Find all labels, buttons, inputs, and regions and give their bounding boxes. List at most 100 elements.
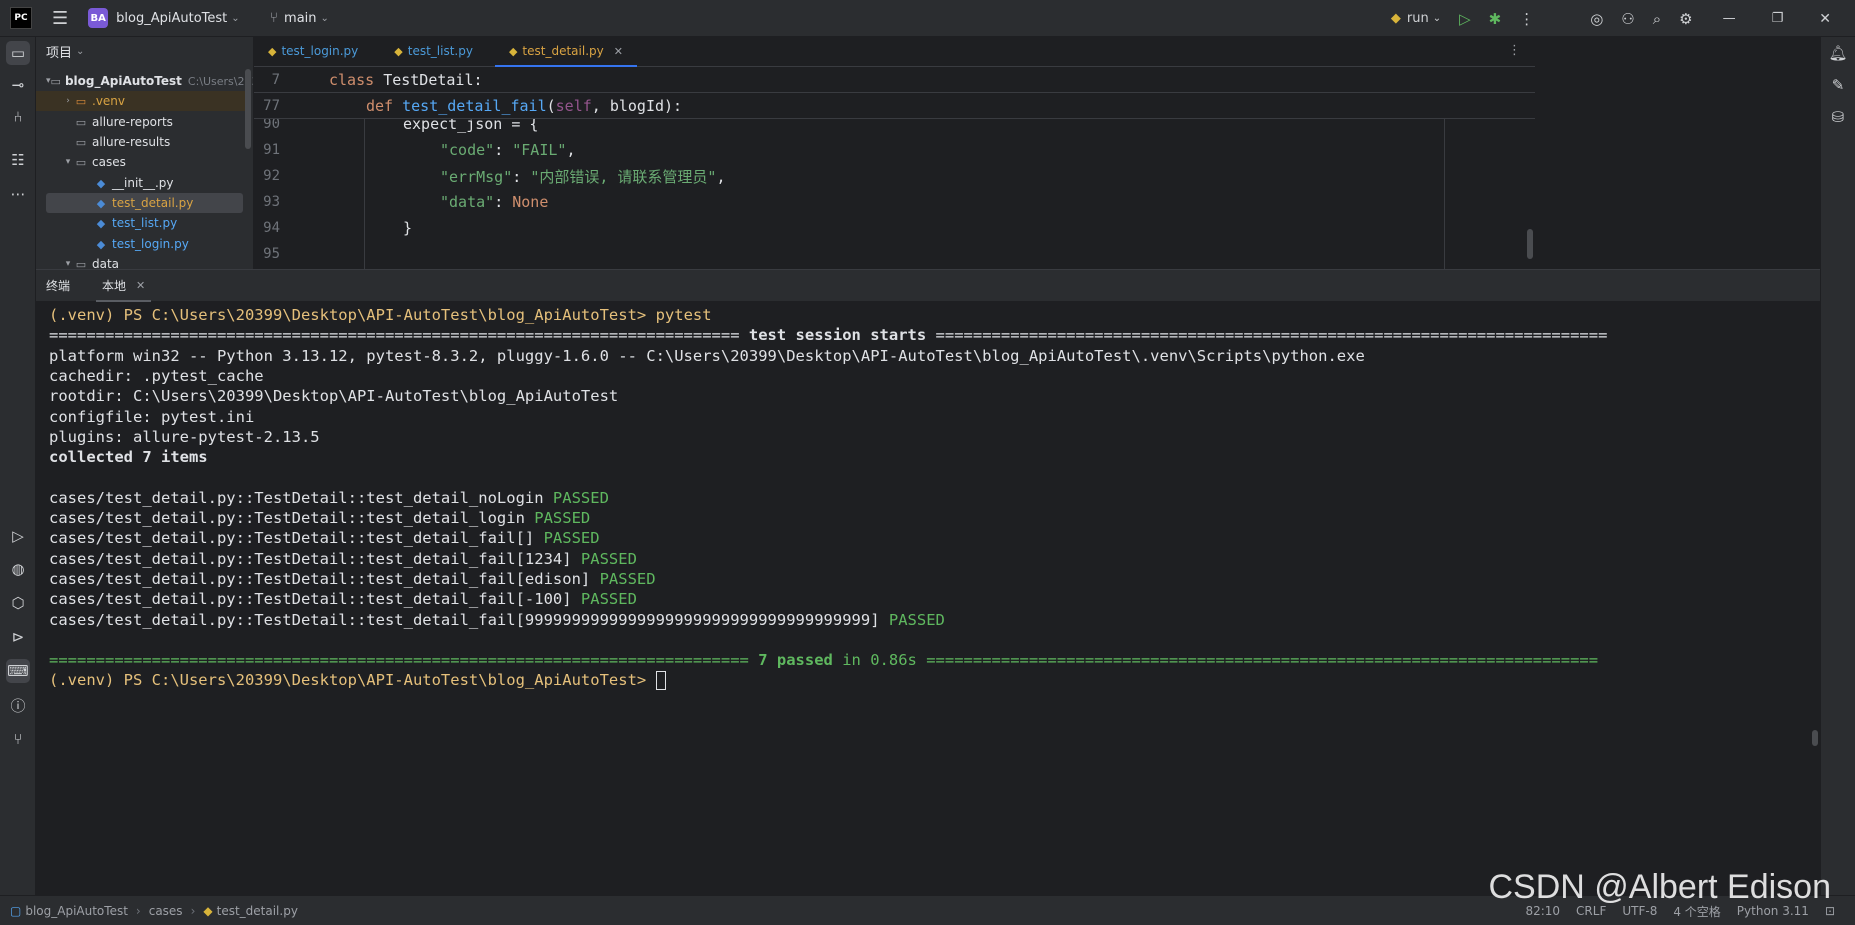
sticky-line-def[interactable]: 77 def test_detail_fail(self, blogId): [254, 93, 1535, 119]
test-id: cases/test_detail.py::TestDetail::test_d… [49, 529, 544, 547]
debug-icon[interactable]: ✱ [1489, 10, 1502, 28]
git-icon[interactable]: ⑂ [6, 727, 30, 751]
python-icon: ◆ [1390, 11, 1401, 26]
tree-item-venv[interactable]: › ▭ .venv [36, 91, 248, 111]
main-menu-icon[interactable]: ☰ [52, 8, 68, 29]
tree-item-label: .venv [92, 94, 126, 108]
code-text: : [473, 70, 483, 89]
terminal-icon[interactable]: ⌨ [6, 659, 30, 683]
problems-icon[interactable]: ⓘ [6, 693, 30, 717]
tree-item-init[interactable]: ◆ __init__.py [36, 173, 248, 193]
chevron-down-icon[interactable]: ▾ [62, 157, 74, 167]
folder-icon: ▭ [75, 115, 87, 129]
run-config-label[interactable]: run [1407, 11, 1429, 26]
tree-item-label: test_detail.py [112, 196, 194, 210]
code-text: , [566, 141, 576, 159]
tree-item-label: allure-results [92, 135, 171, 149]
tab-label: test_list.py [407, 44, 473, 58]
test-id: cases/test_detail.py::TestDetail::test_d… [49, 611, 889, 629]
chevron-down-icon[interactable]: ⌄ [1433, 13, 1441, 24]
pycharm-logo-icon[interactable]: PC [10, 7, 32, 29]
project-panel-header[interactable]: 项目 ⌄ [36, 37, 253, 65]
tab-test-list[interactable]: ◆ test_list.py [380, 36, 487, 66]
more-icon[interactable]: ⋮ [1508, 43, 1521, 58]
chevron-down-icon[interactable]: ⌄ [76, 46, 84, 57]
python-console-icon[interactable]: ◍ [6, 557, 30, 581]
test-result-line: cases/test_detail.py::TestDetail::test_d… [49, 488, 609, 508]
test-id: cases/test_detail.py::TestDetail::test_d… [49, 590, 581, 608]
add-user-icon[interactable]: ⚇ [1621, 10, 1634, 28]
breadcrumb-folder[interactable]: cases [149, 904, 183, 918]
commit-icon[interactable]: ⊸ [6, 73, 30, 97]
tree-item-test-login[interactable]: ◆ test_login.py [36, 234, 248, 254]
search-icon[interactable]: ⌕ [1653, 10, 1661, 28]
line-number: 93 [263, 194, 280, 210]
summary-line: ========================================… [49, 650, 1598, 670]
project-name[interactable]: blog_ApiAutoTest [116, 11, 227, 26]
separator: ========================================… [49, 326, 749, 344]
code-line: 95 [254, 241, 1535, 267]
scrollbar[interactable] [1812, 730, 1818, 746]
branch-name[interactable]: main [284, 11, 316, 26]
code-text: , [716, 167, 726, 186]
separator: ========================================… [926, 326, 1608, 344]
test-result-line: cases/test_detail.py::TestDetail::test_d… [49, 569, 656, 589]
services-icon[interactable]: ⊳ [6, 625, 30, 649]
terminal-line: configfile: pytest.ini [49, 408, 255, 426]
tab-test-detail[interactable]: ◆ test_detail.py ✕ [494, 36, 637, 67]
close-icon[interactable]: ✕ [1819, 11, 1831, 27]
chevron-down-icon[interactable]: ▾ [62, 259, 74, 269]
code-text: : [494, 141, 513, 159]
terminal-line: rootdir: C:\Users\20399\Desktop\API-Auto… [49, 387, 619, 405]
python-packages-icon[interactable]: ⬡ [6, 591, 30, 615]
tree-item-test-list[interactable]: ◆ test_list.py [36, 213, 248, 233]
scrollbar[interactable] [1527, 229, 1533, 259]
tree-root[interactable]: ▾ ▭ blog_ApiAutoTest C:\Users\20399 [36, 71, 253, 91]
function-name: test_detail_fail [402, 96, 547, 115]
code-area[interactable]: 90 expect_json = { 91 "code": "FAIL", 92… [254, 119, 1535, 269]
project-tool-icon[interactable]: ▭ [6, 41, 30, 65]
test-id: cases/test_detail.py::TestDetail::test_d… [49, 570, 600, 588]
scrollbar[interactable] [245, 69, 251, 149]
tree-item-cases[interactable]: ▾ ▭ cases [36, 152, 248, 172]
code-line: 92 "errMsg": "内部错误, 请联系管理员", [254, 163, 1535, 189]
tab-test-login[interactable]: ◆ test_login.py [254, 36, 372, 66]
breadcrumb-file[interactable]: test_detail.py [217, 904, 298, 918]
dict-key: "errMsg" [440, 167, 513, 186]
project-badge[interactable]: BA [88, 8, 109, 28]
tree-item-allure-reports[interactable]: ▭ allure-reports [36, 112, 248, 132]
close-tab-icon[interactable]: ✕ [614, 45, 623, 58]
tab-local[interactable]: 本地 ✕ [92, 270, 155, 302]
run-tool-icon[interactable]: ▷ [6, 524, 30, 548]
more-icon[interactable]: ⋮ [1519, 10, 1534, 28]
chevron-right-icon: › [190, 903, 196, 918]
maximize-icon[interactable]: ❐ [1772, 11, 1784, 26]
tree-item-data[interactable]: ▾ ▭ data [36, 254, 248, 269]
terminal-line: plugins: allure-pytest-2.13.5 [49, 428, 320, 446]
chevron-down-icon[interactable]: ⌄ [231, 13, 239, 24]
run-icon[interactable]: ▷ [1459, 10, 1471, 28]
structure-icon[interactable]: ☷ [6, 148, 30, 172]
gear-icon[interactable]: ⚙ [1679, 10, 1692, 28]
tree-item-label: test_login.py [112, 237, 189, 251]
test-status: PASSED [580, 550, 637, 568]
minimize-icon[interactable]: — [1723, 11, 1736, 26]
tree-item-test-detail[interactable]: ◆ test_detail.py [46, 193, 243, 213]
ai-chat-icon[interactable]: ✎ [1826, 73, 1850, 97]
python-file-icon: ◆ [96, 216, 106, 230]
chevron-right-icon[interactable]: › [62, 96, 74, 106]
editor-tabs: ◆ test_login.py ◆ test_list.py ◆ test_de… [254, 37, 1535, 67]
sticky-line-class[interactable]: 7 class TestDetail: [254, 67, 1535, 93]
test-result-line: cases/test_detail.py::TestDetail::test_d… [49, 528, 600, 548]
notifications-icon[interactable]: 🔔︎ [1826, 41, 1850, 65]
database-icon[interactable]: ⛁ [1826, 105, 1850, 129]
pull-requests-icon[interactable]: ⑃ [6, 105, 30, 129]
right-margin-guide [1444, 119, 1445, 269]
project-panel-title: 项目 [46, 45, 73, 61]
more-tools-icon[interactable]: ⋯ [6, 182, 30, 206]
ai-assistant-icon[interactable]: ◎ [1590, 10, 1603, 28]
chevron-down-icon[interactable]: ⌄ [321, 13, 329, 24]
tree-item-allure-results[interactable]: ▭ allure-results [36, 132, 248, 152]
close-tab-icon[interactable]: ✕ [136, 279, 145, 292]
breadcrumb-project[interactable]: blog_ApiAutoTest [25, 904, 128, 918]
